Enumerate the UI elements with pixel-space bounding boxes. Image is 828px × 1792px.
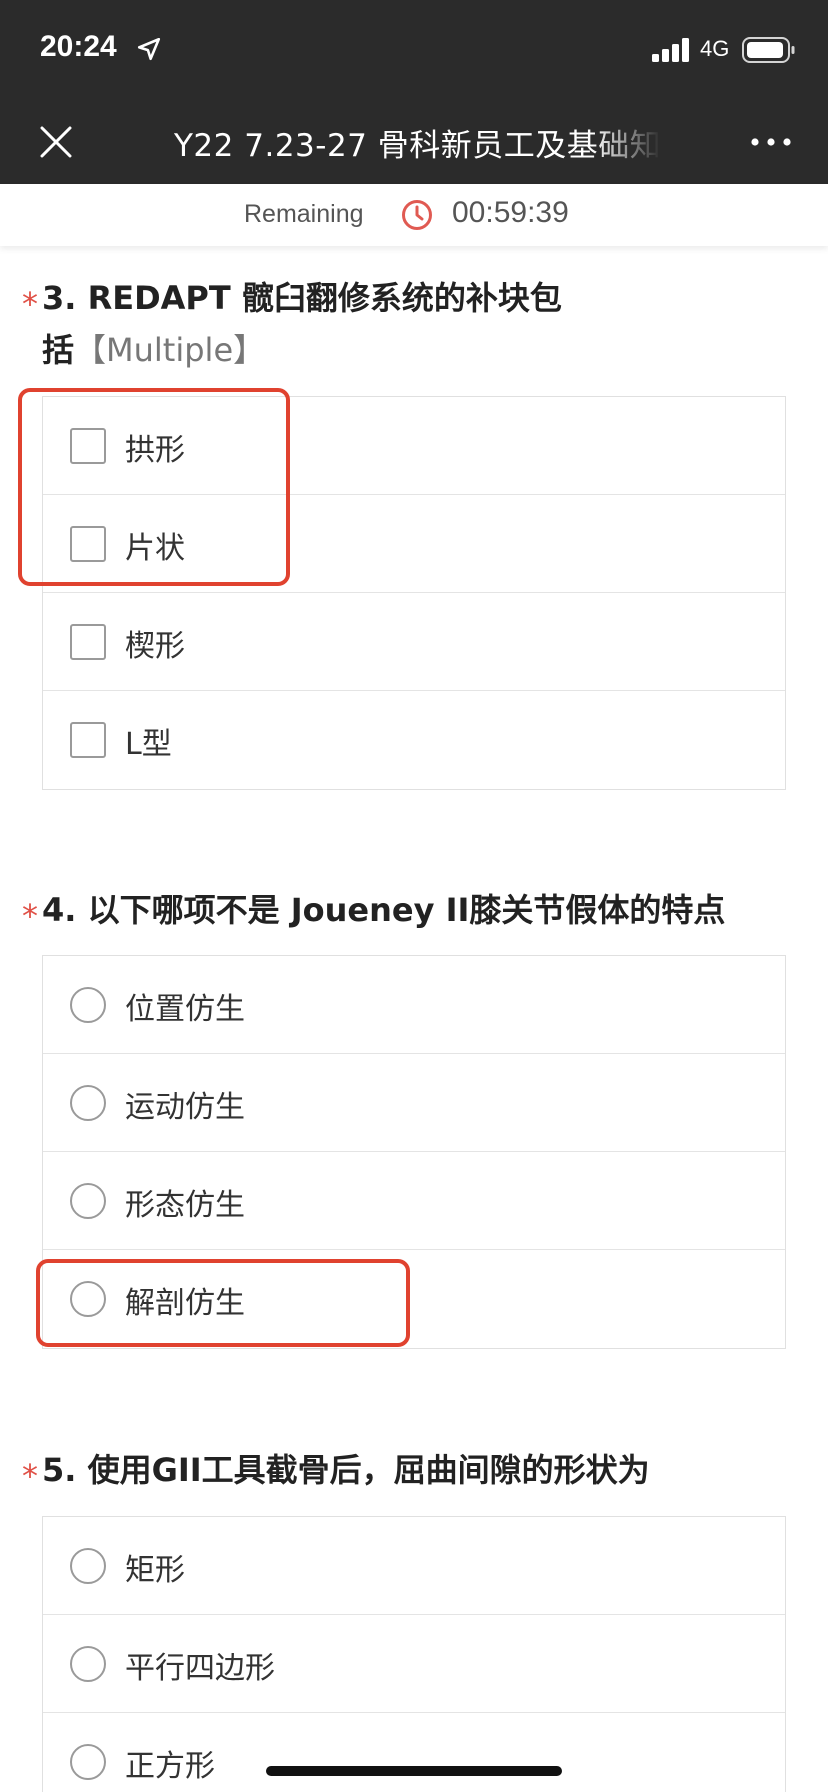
question-3-text-cont: 括: [42, 331, 75, 369]
option-label: 矩形: [125, 1553, 185, 1588]
highlight-box: [36, 1259, 410, 1347]
checkbox[interactable]: [70, 722, 106, 758]
page-title-text: Y22 7.23-27 骨科新员工及基础知: [174, 128, 662, 164]
nav-bar: Y22 7.23-27 骨科新员工及基础知: [0, 98, 828, 184]
question-4-title: 4. 以下哪项不是 Joueney II膝关节假体的特点: [42, 884, 802, 936]
question-4-text: 4. 以下哪项不是 Joueney II膝关节假体的特点: [42, 891, 726, 929]
option-radio[interactable]: 形态仿生: [43, 1152, 785, 1250]
battery-icon: [742, 37, 795, 63]
option-label: 位置仿生: [125, 992, 245, 1027]
required-mark: *: [22, 285, 38, 323]
option-checkbox[interactable]: 楔形: [43, 593, 785, 691]
radio-button[interactable]: [70, 1085, 106, 1121]
highlight-box: [18, 388, 290, 586]
option-label: 形态仿生: [125, 1188, 245, 1223]
question-5-title: 5. 使用GII工具截骨后，屈曲间隙的形状为: [42, 1444, 802, 1496]
option-label: L型: [125, 727, 172, 762]
radio-button[interactable]: [70, 1183, 106, 1219]
radio-button[interactable]: [70, 1548, 106, 1584]
option-radio[interactable]: 正方形: [43, 1713, 785, 1792]
home-indicator: [266, 1766, 562, 1776]
timer-value: 00:59:39: [452, 196, 569, 229]
checkbox[interactable]: [70, 624, 106, 660]
page-title: Y22 7.23-27 骨科新员工及基础知: [174, 120, 674, 164]
option-label: 运动仿生: [125, 1090, 245, 1125]
status-bar: 20:24 4G: [0, 0, 828, 98]
location-arrow-icon: [137, 37, 161, 61]
question-3: * 3. REDAPT 髋臼翻修系统的补块包 括【Multiple】: [22, 272, 622, 382]
question-type-tag: 【Multiple】: [74, 331, 266, 369]
timer-label: Remaining: [244, 200, 364, 228]
timer-bar: Remaining 00:59:39: [0, 184, 828, 246]
option-radio[interactable]: 位置仿生: [43, 956, 785, 1054]
option-radio[interactable]: 平行四边形: [43, 1615, 785, 1713]
question-5: * 5. 使用GII工具截骨后，屈曲间隙的形状为: [22, 1444, 802, 1500]
more-options-icon[interactable]: [750, 132, 792, 152]
radio-button[interactable]: [70, 987, 106, 1023]
option-label: 正方形: [125, 1749, 215, 1784]
option-radio[interactable]: 矩形: [43, 1517, 785, 1615]
clock-icon: [402, 200, 432, 230]
status-time: 20:24: [40, 30, 117, 63]
option-radio[interactable]: 运动仿生: [43, 1054, 785, 1152]
signal-icon: [652, 38, 689, 62]
question-3-title: 3. REDAPT 髋臼翻修系统的补块包 括【Multiple】: [42, 272, 602, 376]
option-label: 楔形: [125, 629, 185, 664]
question-4: * 4. 以下哪项不是 Joueney II膝关节假体的特点: [22, 884, 802, 940]
radio-button[interactable]: [70, 1744, 106, 1780]
option-label: 平行四边形: [125, 1651, 275, 1686]
required-mark: *: [22, 897, 38, 935]
required-mark: *: [22, 1457, 38, 1495]
radio-button[interactable]: [70, 1646, 106, 1682]
close-icon[interactable]: [36, 122, 76, 162]
question-5-options: 矩形 平行四边形 正方形: [42, 1516, 786, 1792]
option-checkbox[interactable]: L型: [43, 691, 785, 789]
network-type: 4G: [700, 36, 730, 61]
question-5-text: 5. 使用GII工具截骨后，屈曲间隙的形状为: [42, 1451, 650, 1489]
question-3-text: 3. REDAPT 髋臼翻修系统的补块包: [42, 279, 562, 317]
